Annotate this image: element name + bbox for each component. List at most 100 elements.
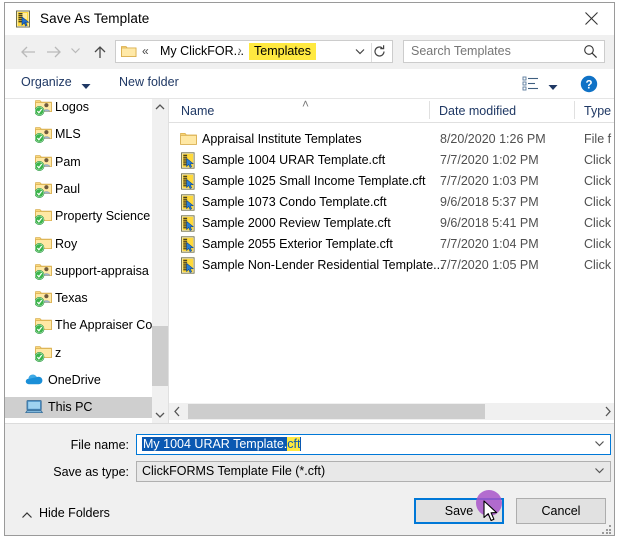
chevron-down-icon[interactable] bbox=[354, 45, 370, 60]
breadcrumb-current[interactable]: Templates bbox=[249, 43, 316, 60]
table-row[interactable]: Sample 2000 Review Template.cft 9/6/2018 … bbox=[169, 213, 614, 235]
sidebar-item-logos[interactable]: Logos bbox=[5, 99, 152, 118]
sidebar-item-mls[interactable]: MLS bbox=[5, 124, 152, 145]
sidebar-item-paul[interactable]: Paul bbox=[5, 179, 152, 200]
file-name-cell: Sample 1004 URAR Template.cft bbox=[202, 153, 386, 167]
chevron-down-icon[interactable] bbox=[81, 79, 91, 93]
chevron-down-icon[interactable] bbox=[594, 465, 605, 479]
close-button[interactable] bbox=[570, 3, 614, 34]
breadcrumb-overflow[interactable]: « bbox=[142, 44, 149, 58]
navigation-pane-scrollbar[interactable] bbox=[152, 99, 168, 423]
title-bar: Save As Template bbox=[5, 3, 614, 35]
back-button[interactable] bbox=[17, 42, 39, 62]
table-row[interactable]: Sample 1025 Small Income Template.cft 7/7… bbox=[169, 171, 614, 192]
sidebar-item-label: Property Science bbox=[55, 209, 151, 224]
folder-icon bbox=[180, 131, 197, 149]
type-cell: Click bbox=[584, 258, 612, 272]
synced-folder-icon bbox=[34, 236, 53, 256]
sidebar-item-roy[interactable]: Roy bbox=[5, 234, 152, 255]
synced-folder-icon bbox=[34, 345, 53, 365]
page-title: Save As Template bbox=[40, 11, 150, 26]
sidebar-item-label: Roy bbox=[55, 236, 78, 251]
sidebar-item-label: Logos bbox=[55, 100, 90, 114]
shared-folder-icon bbox=[34, 263, 53, 283]
table-row[interactable]: Sample Non-Lender Residential Template..… bbox=[169, 255, 614, 277]
sidebar-item-label: Pam bbox=[55, 154, 81, 169]
chevron-down-icon[interactable] bbox=[548, 80, 558, 94]
navigation-pane: Logos MLS Pam Paul Property Science Roy suppor… bbox=[5, 99, 152, 423]
scroll-thumb[interactable] bbox=[188, 404, 485, 419]
dialog-footer: File name: My 1004 URAR Template.cft Sav… bbox=[5, 423, 614, 535]
column-header-name[interactable]: Name bbox=[181, 104, 214, 118]
help-icon[interactable]: ? bbox=[580, 75, 598, 93]
sidebar-item-pam[interactable]: Pam bbox=[5, 152, 152, 173]
cft-file-icon bbox=[180, 194, 197, 214]
scroll-up-icon[interactable] bbox=[152, 99, 168, 116]
scroll-left-icon[interactable] bbox=[169, 403, 186, 420]
sidebar-item-support-appraisa[interactable]: support-appraisa bbox=[5, 261, 152, 282]
shared-folder-icon bbox=[34, 154, 53, 174]
cft-file-icon bbox=[180, 257, 197, 277]
file-name-label: File name: bbox=[70, 438, 129, 452]
recent-locations-button[interactable] bbox=[67, 42, 83, 62]
chevron-up-icon bbox=[21, 509, 33, 523]
scroll-right-icon[interactable] bbox=[599, 403, 614, 420]
type-cell: Click bbox=[584, 153, 612, 167]
column-divider[interactable] bbox=[574, 101, 575, 119]
header-divider bbox=[169, 122, 614, 123]
sidebar-item-texas[interactable]: Texas bbox=[5, 288, 152, 309]
hide-folders-label: Hide Folders bbox=[39, 506, 110, 520]
date-modified-cell: 7/7/2020 1:03 PM bbox=[440, 174, 539, 188]
svg-text:?: ? bbox=[585, 79, 592, 91]
view-layout-icon[interactable] bbox=[522, 76, 540, 92]
resize-grip[interactable] bbox=[602, 525, 612, 535]
sidebar-item-the-appraiser-co[interactable]: The Appraiser Co bbox=[5, 315, 152, 336]
column-header-date-modified[interactable]: Date modified bbox=[439, 104, 516, 118]
address-bar[interactable]: « My ClickFOR... › Templates bbox=[115, 40, 393, 63]
cancel-button[interactable]: Cancel bbox=[516, 498, 606, 524]
sidebar-item-z[interactable]: z bbox=[5, 343, 152, 364]
forward-button[interactable] bbox=[43, 42, 65, 62]
breadcrumb-parent[interactable]: My ClickFOR... bbox=[160, 44, 244, 58]
file-name-base: My 1004 URAR Template. bbox=[143, 437, 288, 451]
date-modified-cell: 9/6/2018 5:37 PM bbox=[440, 195, 539, 209]
table-row[interactable]: Sample 1004 URAR Template.cft 7/7/2020 1:… bbox=[169, 150, 614, 171]
search-icon bbox=[583, 44, 598, 62]
table-row[interactable]: Sample 1073 Condo Template.cft 9/6/2018 5… bbox=[169, 192, 614, 214]
file-name-cell: Sample 2055 Exterior Template.cft bbox=[202, 237, 393, 251]
chevron-down-icon[interactable] bbox=[594, 438, 605, 452]
save-as-type-label: Save as type: bbox=[53, 465, 129, 479]
file-list-pane: ˄ Name Date modified Type Appraisal Inst… bbox=[169, 99, 614, 423]
type-cell: Click bbox=[584, 174, 612, 188]
type-cell: Click bbox=[584, 237, 612, 251]
file-name-cell: Sample 2000 Review Template.cft bbox=[202, 216, 391, 230]
new-folder-button[interactable]: New folder bbox=[119, 75, 179, 89]
scroll-down-icon[interactable] bbox=[152, 406, 168, 423]
date-modified-cell: 7/7/2020 1:05 PM bbox=[440, 258, 539, 272]
cft-file-icon bbox=[180, 215, 197, 235]
sidebar-item-label: The Appraiser Co bbox=[55, 318, 152, 333]
refresh-icon[interactable] bbox=[372, 44, 389, 61]
up-button[interactable] bbox=[89, 42, 111, 62]
table-row[interactable]: Sample 2055 Exterior Template.cft 7/7/202… bbox=[169, 234, 614, 255]
type-cell: Click bbox=[584, 195, 612, 209]
column-headers: ˄ Name Date modified Type bbox=[169, 99, 614, 122]
file-name-field[interactable]: My 1004 URAR Template.cft bbox=[136, 434, 611, 455]
this-pc-icon bbox=[25, 399, 44, 418]
sidebar-item-this-pc[interactable]: This PC bbox=[5, 397, 152, 419]
sidebar-item-onedrive[interactable]: OneDrive bbox=[5, 370, 152, 391]
scroll-thumb[interactable] bbox=[152, 326, 168, 386]
save-as-type-field[interactable]: ClickFORMS Template File (*.cft) bbox=[136, 461, 611, 482]
save-as-type-value: ClickFORMS Template File (*.cft) bbox=[142, 464, 326, 478]
shared-folder-icon bbox=[34, 126, 53, 146]
organize-button[interactable]: Organize bbox=[21, 75, 72, 89]
command-bar: Organize New folder ? bbox=[5, 69, 614, 99]
column-header-type[interactable]: Type bbox=[584, 104, 611, 118]
shared-folder-icon bbox=[34, 290, 53, 310]
table-row[interactable]: Appraisal Institute Templates 8/20/2020 1… bbox=[169, 129, 614, 150]
search-input[interactable]: Search Templates bbox=[403, 40, 605, 63]
column-divider[interactable] bbox=[429, 101, 430, 119]
sidebar-item-property-science[interactable]: Property Science bbox=[5, 206, 152, 227]
file-list-horizontal-scrollbar[interactable] bbox=[169, 403, 614, 420]
date-modified-cell: 9/6/2018 5:41 PM bbox=[440, 216, 539, 230]
